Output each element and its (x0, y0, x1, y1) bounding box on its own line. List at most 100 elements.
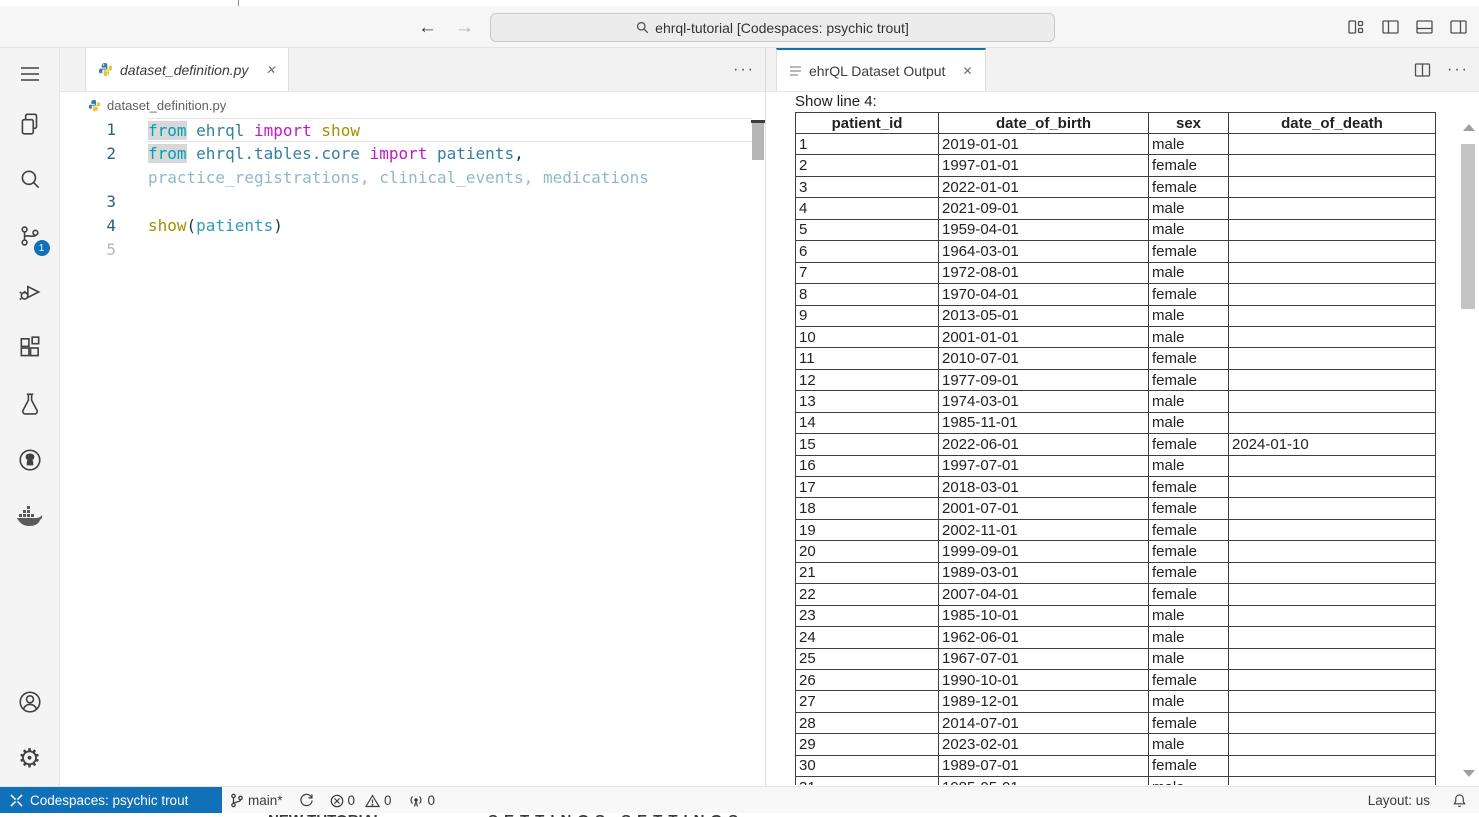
table-cell: female (1149, 712, 1229, 733)
table-cell: male (1149, 262, 1229, 283)
code-line-text[interactable]: show(patients) (148, 214, 765, 238)
code-line-text[interactable] (148, 238, 765, 262)
tab-ehrql-dataset-output[interactable]: ehrQL Dataset Output ✕ (776, 48, 986, 91)
table-cell: 17 (796, 477, 939, 498)
table-cell: 2022-06-01 (939, 434, 1149, 455)
table-cell: male (1149, 605, 1229, 626)
customize-layout-icon[interactable] (1348, 19, 1365, 35)
table-cell: 2023-02-01 (939, 734, 1149, 755)
table-cell: 14 (796, 412, 939, 433)
sync-status[interactable] (299, 793, 314, 808)
breadcrumb[interactable]: dataset_definition.py (60, 92, 765, 118)
run-and-debug-icon[interactable] (6, 264, 54, 320)
command-center-search[interactable]: ehrql-tutorial [Codespaces: psychic trou… (490, 13, 1055, 42)
code-editor[interactable]: 1from ehrql import show2from ehrql.table… (60, 118, 765, 786)
source-control-icon[interactable]: 1 (6, 208, 54, 264)
forward-arrow-icon[interactable]: → (455, 18, 474, 37)
split-editor-icon[interactable] (1414, 62, 1431, 78)
table-row: 42021-09-01male (796, 198, 1436, 219)
search-sidebar-icon[interactable] (6, 152, 54, 208)
code-line-text[interactable]: from ehrql import show (148, 118, 752, 142)
code-lines: 1from ehrql import show2from ehrql.table… (60, 118, 765, 262)
table-cell: 1959-04-01 (939, 219, 1149, 240)
branch-status[interactable]: main* (230, 793, 283, 808)
settings-gear-icon[interactable]: ⚙ (6, 730, 54, 786)
remote-indicator[interactable]: Codespaces: psychic trout (0, 787, 222, 814)
table-cell (1229, 627, 1436, 648)
menu-icon[interactable] (6, 52, 54, 96)
toggle-primary-sidebar-icon[interactable] (1382, 19, 1399, 35)
code-line-text[interactable]: from ehrql.tables.core import patients, (148, 142, 765, 166)
table-cell: 29 (796, 734, 939, 755)
toggle-panel-icon[interactable] (1416, 19, 1433, 35)
explorer-icon[interactable] (6, 96, 54, 152)
table-cell: female (1149, 369, 1229, 390)
table-cell (1229, 176, 1436, 197)
scroll-up-icon[interactable] (1463, 124, 1475, 131)
table-cell: 1989-03-01 (939, 562, 1149, 583)
close-icon[interactable]: ✕ (265, 63, 275, 77)
table-cell: 16 (796, 455, 939, 476)
column-header: sex (1149, 113, 1229, 134)
code-line[interactable]: 5 (60, 238, 765, 262)
accounts-icon[interactable] (6, 674, 54, 730)
table-cell: 2019-01-01 (939, 134, 1149, 155)
toggle-secondary-sidebar-icon[interactable] (1450, 19, 1467, 35)
code-line[interactable]: 3 (60, 190, 765, 214)
table-cell: 1967-07-01 (939, 648, 1149, 669)
table-cell: 1985-11-01 (939, 412, 1149, 433)
bell-icon[interactable] (1452, 793, 1467, 808)
table-row: 21997-01-01female (796, 155, 1436, 176)
line-number: 5 (60, 238, 148, 262)
table-cell: male (1149, 455, 1229, 476)
table-cell: 26 (796, 669, 939, 690)
code-line[interactable]: 2from ehrql.tables.core import patients, (60, 142, 765, 166)
more-actions-icon[interactable]: ··· (1447, 61, 1469, 79)
tab-label: dataset_definition.py (120, 62, 248, 78)
problems-status[interactable]: 0 0 (330, 793, 392, 808)
scrollbar-thumb[interactable] (1461, 144, 1475, 309)
table-row: 301989-07-01female (796, 755, 1436, 776)
more-actions-icon[interactable]: ··· (733, 61, 755, 79)
table-cell (1229, 369, 1436, 390)
table-cell: 8 (796, 284, 939, 305)
docker-icon[interactable] (6, 488, 54, 544)
table-cell: female (1149, 176, 1229, 197)
table-cell: female (1149, 498, 1229, 519)
table-cell: 2010-07-01 (939, 348, 1149, 369)
table-row: 152022-06-01female2024-01-10 (796, 434, 1436, 455)
back-arrow-icon[interactable]: ← (418, 18, 437, 37)
testing-icon[interactable] (6, 376, 54, 432)
line-number: 2 (60, 142, 148, 166)
table-cell: 2024-01-10 (1229, 434, 1436, 455)
code-line-text[interactable]: practice_registrations, clinical_events,… (148, 166, 765, 190)
extensions-icon[interactable] (6, 320, 54, 376)
code-line[interactable]: practice_registrations, clinical_events,… (60, 166, 765, 190)
table-cell: male (1149, 777, 1229, 785)
code-line[interactable]: 1from ehrql import show (60, 118, 765, 142)
table-cell (1229, 755, 1436, 776)
close-icon[interactable]: ✕ (962, 64, 972, 78)
scroll-down-icon[interactable] (1463, 770, 1475, 777)
branch-label: main* (248, 793, 283, 808)
table-cell: 1964-03-01 (939, 241, 1149, 262)
table-cell (1229, 605, 1436, 626)
webview-scrollbar[interactable] (1461, 122, 1476, 782)
table-cell: 22 (796, 584, 939, 605)
table-cell: 1997-07-01 (939, 455, 1149, 476)
table-cell: 1989-07-01 (939, 755, 1149, 776)
python-file-icon (88, 99, 101, 112)
table-cell: 23 (796, 605, 939, 626)
table-cell: female (1149, 155, 1229, 176)
editor-scrollbar[interactable] (752, 120, 764, 160)
search-icon (636, 21, 649, 34)
table-cell: 1990-10-01 (939, 669, 1149, 690)
layout-indicator[interactable]: Layout: us (1368, 793, 1430, 808)
ports-status[interactable]: 0 (408, 793, 436, 808)
error-icon (330, 794, 344, 808)
workbench: 1 ⚙ (0, 48, 1479, 786)
tab-dataset-definition[interactable]: dataset_definition.py ✕ (85, 48, 289, 91)
github-icon[interactable] (6, 432, 54, 488)
code-line[interactable]: 4show(patients) (60, 214, 765, 238)
code-line-text[interactable] (148, 190, 765, 214)
